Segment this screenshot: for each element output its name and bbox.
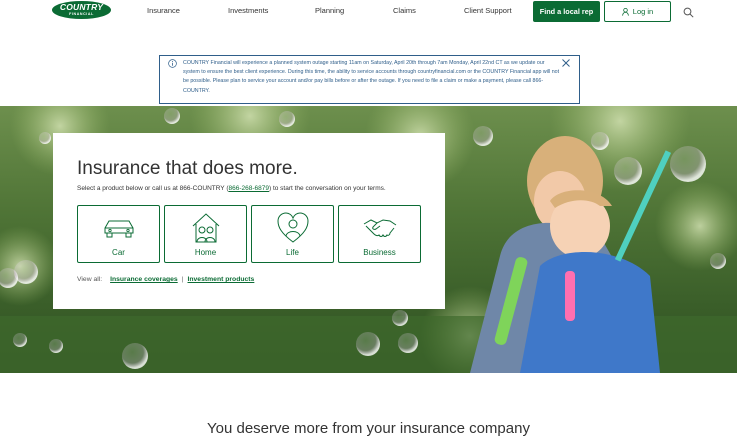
alert-text: COUNTRY Financial will experience a plan… <box>183 60 560 94</box>
product-tile-home[interactable]: Home <box>164 205 247 263</box>
outage-alert-banner: COUNTRY Financial will experience a plan… <box>159 55 580 104</box>
heart-person-icon <box>276 212 309 243</box>
section-heading: You deserve more from your insurance com… <box>207 420 530 436</box>
home-icon <box>192 213 219 243</box>
tile-label-life: Life <box>286 248 299 257</box>
logo-subtitle: FINANCIAL <box>69 11 94 16</box>
car-icon <box>104 220 133 238</box>
login-label: Log in <box>632 7 654 16</box>
login-button[interactable]: Log in <box>604 1 671 22</box>
user-icon <box>621 8 629 16</box>
phone-link[interactable]: 866-268-6879 <box>229 185 269 192</box>
handshake-icon <box>363 219 396 237</box>
product-tile-life[interactable]: Life <box>251 205 334 263</box>
nav-client-support[interactable]: Client Support <box>464 6 512 16</box>
view-all-links: View all: Insurance coverages | Investment… <box>77 275 254 284</box>
nav-insurance[interactable]: Insurance <box>147 6 180 16</box>
product-tile-car[interactable]: Car <box>77 205 160 263</box>
close-icon[interactable] <box>561 58 571 68</box>
find-local-rep-button[interactable]: Find a local rep <box>533 1 600 22</box>
site-header: COUNTRY FINANCIAL Insurance Investments … <box>0 0 737 24</box>
insurance-coverages-link[interactable]: Insurance coverages <box>110 276 178 283</box>
info-icon <box>168 59 177 68</box>
country-financial-logo[interactable]: COUNTRY FINANCIAL <box>52 1 111 19</box>
subtitle-text-end: ) to start the conversation on your term… <box>268 185 386 192</box>
tile-label-home: Home <box>194 248 217 257</box>
tile-label-car: Car <box>112 248 125 257</box>
nav-claims[interactable]: Claims <box>393 6 416 16</box>
view-all-label: View all: <box>77 276 103 283</box>
nav-investments[interactable]: Investments <box>228 6 268 16</box>
link-separator: | <box>181 276 184 283</box>
hero-subtitle: Select a product below or call us at 866… <box>77 184 386 193</box>
nav-planning[interactable]: Planning <box>315 6 344 16</box>
insurance-card: Insurance that does more. Select a produ… <box>53 133 445 309</box>
hero-title: Insurance that does more. <box>77 158 298 179</box>
investment-products-link[interactable]: Investment products <box>187 276 254 283</box>
tile-label-business: Business <box>363 248 396 257</box>
search-icon[interactable] <box>683 7 694 18</box>
subtitle-text: Select a product below or call us at 866… <box>77 185 229 192</box>
product-tile-business[interactable]: Business <box>338 205 421 263</box>
